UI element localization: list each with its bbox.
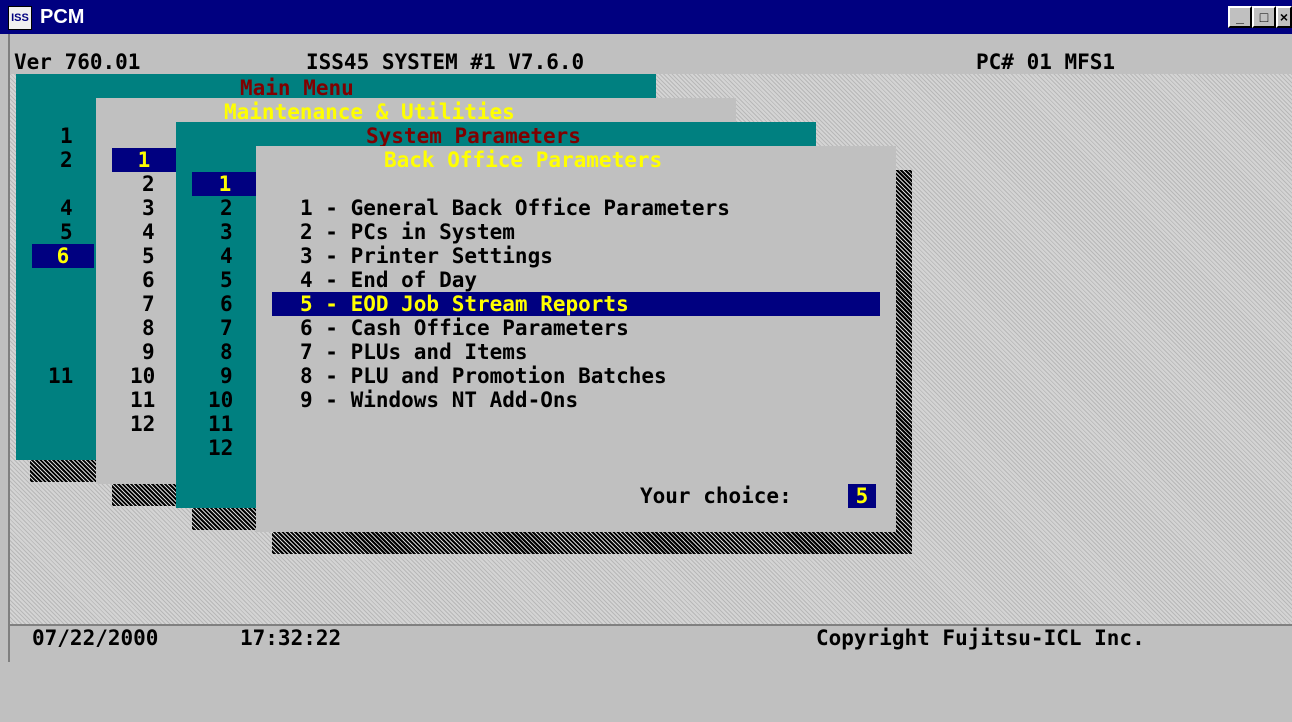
maintenance-title: Maintenance & Utilities <box>224 100 515 124</box>
maximize-button[interactable]: □ <box>1252 6 1276 28</box>
window-titlebar[interactable] <box>0 0 1292 34</box>
system-params-item-6[interactable]: 6 <box>220 292 233 316</box>
maintenance-item-4[interactable]: 4 <box>142 220 155 244</box>
maintenance-item-5[interactable]: 5 <box>142 244 155 268</box>
maintenance-item-11[interactable]: 11 <box>130 388 155 412</box>
system-params-title: System Parameters <box>366 124 581 148</box>
back-office-item-2[interactable]: 2 - PCs in System <box>300 220 515 244</box>
back-office-item-4[interactable]: 4 - End of Day <box>300 268 477 292</box>
header-status-bar: Ver 760.01 ISS45 SYSTEM #1 V7.6.0 PC# 01… <box>10 50 1292 74</box>
close-button[interactable]: × <box>1276 6 1292 28</box>
system-params-item-8[interactable]: 8 <box>220 340 233 364</box>
date-text: 07/22/2000 <box>32 626 159 650</box>
system-params-item-5[interactable]: 5 <box>220 268 233 292</box>
main-menu-item-6-selected[interactable]: 6 <box>32 244 94 268</box>
maintenance-item-2[interactable]: 2 <box>142 172 155 196</box>
copyright-text: Copyright Fujitsu-ICL Inc. <box>816 626 1145 650</box>
main-menu-shadow <box>30 458 100 482</box>
main-menu-title: Main Menu <box>240 76 354 100</box>
maintenance-item-9[interactable]: 9 <box>142 340 155 364</box>
system-params-item-9[interactable]: 9 <box>220 364 233 388</box>
system-params-item-11[interactable]: 11 <box>208 412 233 436</box>
back-office-item-1[interactable]: 1 - General Back Office Parameters <box>300 196 730 220</box>
back-office-title: Back Office Parameters <box>384 148 663 172</box>
back-office-shadow-bottom <box>272 530 912 554</box>
back-office-item-7[interactable]: 7 - PLUs and Items <box>300 340 528 364</box>
time-text: 17:32:22 <box>240 626 342 650</box>
choice-label: Your choice: <box>640 484 792 508</box>
back-office-shadow-right <box>896 170 912 554</box>
window-title: PCM <box>40 6 85 28</box>
back-office-item-9[interactable]: 9 - Windows NT Add-Ons <box>300 388 578 412</box>
version-text: Ver 760.01 <box>14 50 141 74</box>
maintenance-item-1-selected[interactable]: 1 <box>112 148 176 172</box>
maintenance-item-6[interactable]: 6 <box>142 268 155 292</box>
back-office-item-5-selected[interactable]: 5 - EOD Job Stream Reports <box>300 292 629 316</box>
back-office-item-8[interactable]: 8 - PLU and Promotion Batches <box>300 364 667 388</box>
choice-input[interactable]: 5 <box>848 484 876 508</box>
back-office-item-6[interactable]: 6 - Cash Office Parameters <box>300 316 629 340</box>
minimize-button[interactable]: _ <box>1228 6 1252 28</box>
maintenance-item-12[interactable]: 12 <box>130 412 155 436</box>
system-text: ISS45 SYSTEM #1 V7.6.0 <box>306 50 585 74</box>
footer-status-bar: 07/22/2000 17:32:22 Copyright Fujitsu-IC… <box>10 624 1292 650</box>
system-params-item-7[interactable]: 7 <box>220 316 233 340</box>
system-params-item-2[interactable]: 2 <box>220 196 233 220</box>
iss-app-icon[interactable]: ISS <box>8 6 32 30</box>
main-menu-item-1[interactable]: 1 <box>60 124 73 148</box>
window-left-border <box>0 34 10 662</box>
system-params-item-10[interactable]: 10 <box>208 388 233 412</box>
maintenance-shadow <box>112 482 178 506</box>
back-office-item-3[interactable]: 3 - Printer Settings <box>300 244 553 268</box>
system-params-item-12[interactable]: 12 <box>208 436 233 460</box>
main-menu-item-5[interactable]: 5 <box>60 220 73 244</box>
maintenance-item-3[interactable]: 3 <box>142 196 155 220</box>
system-params-item-4[interactable]: 4 <box>220 244 233 268</box>
system-params-shadow <box>192 506 258 530</box>
system-params-item-3[interactable]: 3 <box>220 220 233 244</box>
system-params-item-1-selected[interactable]: 1 <box>192 172 258 196</box>
maintenance-item-8[interactable]: 8 <box>142 316 155 340</box>
maintenance-item-10[interactable]: 10 <box>130 364 155 388</box>
maintenance-item-7[interactable]: 7 <box>142 292 155 316</box>
pc-text: PC# 01 MFS1 <box>976 50 1116 74</box>
main-menu-item-2[interactable]: 2 <box>60 148 73 172</box>
main-menu-item-4[interactable]: 4 <box>60 196 73 220</box>
main-menu-item-11[interactable]: 11 <box>48 364 73 388</box>
